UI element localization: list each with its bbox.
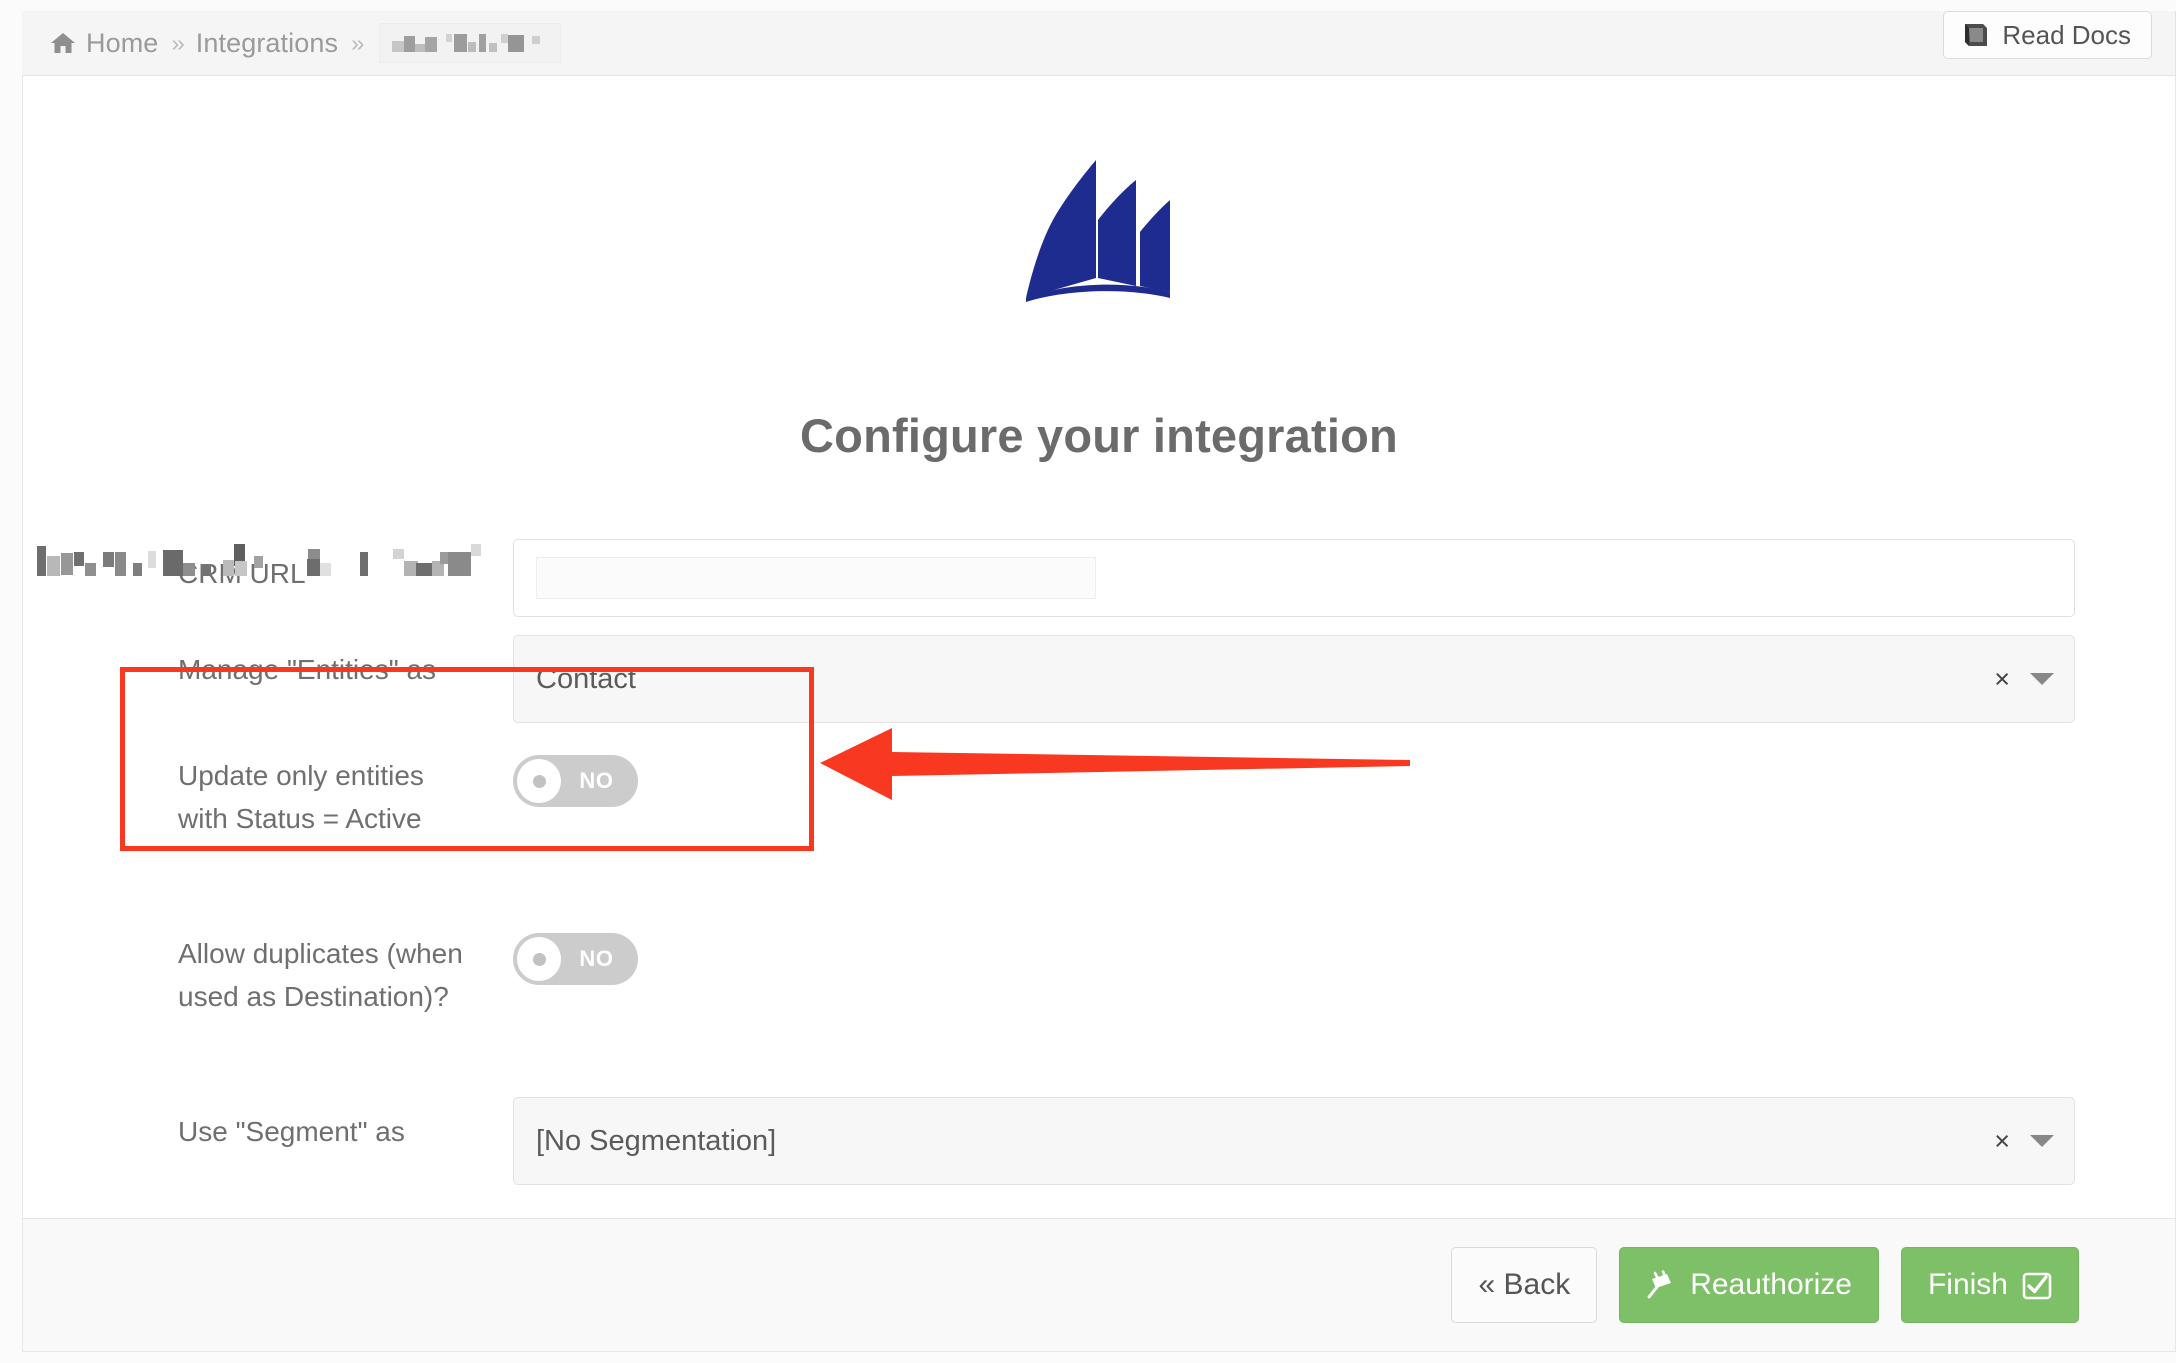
reauthorize-button-label: Reauthorize xyxy=(1690,1268,1852,1301)
crm-url-input[interactable] xyxy=(37,539,2075,617)
clear-icon[interactable]: × xyxy=(1994,664,2010,695)
back-button[interactable]: « Back xyxy=(1451,1247,1598,1323)
finish-button-label: Finish xyxy=(1927,1268,2008,1301)
form-row-update-only-active: Update only entities with Status = Activ… xyxy=(23,741,2175,919)
field-label-allow-duplicates: Allow duplicates (when used as Destinati… xyxy=(178,938,463,1012)
plug-icon xyxy=(1646,1270,1676,1300)
wizard-footer: « Back Reauthorize Finish xyxy=(22,1218,2176,1352)
field-label-manage-entities: Manage "Entities" as xyxy=(178,654,437,685)
integration-settings-form: CRM URL xyxy=(23,539,2175,1203)
reauthorize-button[interactable]: Reauthorize xyxy=(1619,1247,1879,1323)
manage-entities-select[interactable]: Contact × xyxy=(513,635,2075,723)
form-row-manage-entities: Manage "Entities" as Contact × xyxy=(23,635,2175,741)
allow-duplicates-toggle-label: NO xyxy=(579,946,614,971)
breadcrumb-separator-1: ›› xyxy=(171,29,184,56)
page-title: Configure your integration xyxy=(800,409,1398,462)
toggle-knob xyxy=(517,759,561,803)
microsoft-dynamics-logo xyxy=(23,158,2175,303)
breadcrumb-separator-2: ›› xyxy=(351,29,364,56)
form-row-use-segment: Use "Segment" as [No Segmentation] × xyxy=(23,1097,2175,1203)
back-button-label: « Back xyxy=(1478,1268,1571,1301)
field-label-use-segment: Use "Segment" as xyxy=(178,1116,405,1147)
check-square-icon xyxy=(2022,1270,2052,1300)
chevron-down-icon[interactable] xyxy=(2030,1135,2054,1147)
read-docs-label: Read Docs xyxy=(2002,19,2131,50)
update-only-active-toggle-label: NO xyxy=(579,768,614,793)
home-icon xyxy=(50,32,76,54)
crm-url-redacted-value xyxy=(37,544,1096,599)
book-icon xyxy=(1961,22,1989,48)
chevron-down-icon[interactable] xyxy=(2030,673,2054,685)
finish-button[interactable]: Finish xyxy=(1900,1247,2079,1323)
use-segment-select[interactable]: [No Segmentation] × xyxy=(513,1097,2075,1185)
breadcrumb-item-integrations[interactable]: Integrations xyxy=(196,28,338,59)
form-row-crm-url: CRM URL xyxy=(23,539,2175,639)
update-only-active-toggle[interactable]: NO xyxy=(513,755,638,807)
breadcrumb-item-current-redacted xyxy=(379,23,562,63)
read-docs-button[interactable]: Read Docs xyxy=(1943,11,2152,59)
field-label-update-only-active: Update only entities with Status = Activ… xyxy=(178,760,424,834)
breadcrumb-bar: Home ›› Integrations ›› xyxy=(22,11,2176,76)
page-root: Home ›› Integrations ›› Read Docs Config… xyxy=(0,0,2176,1363)
configuration-card: Configure your integration CRM URL xyxy=(22,76,2176,1218)
toggle-knob xyxy=(517,937,561,981)
form-row-allow-duplicates: Allow duplicates (when used as Destinati… xyxy=(23,919,2175,1097)
breadcrumb-item-home[interactable]: Home xyxy=(86,28,158,59)
clear-icon[interactable]: × xyxy=(1994,1126,2010,1157)
allow-duplicates-toggle[interactable]: NO xyxy=(513,933,638,985)
use-segment-value: [No Segmentation] xyxy=(536,1124,777,1157)
manage-entities-value: Contact xyxy=(536,662,636,695)
breadcrumb: Home ›› Integrations ›› xyxy=(50,23,562,63)
